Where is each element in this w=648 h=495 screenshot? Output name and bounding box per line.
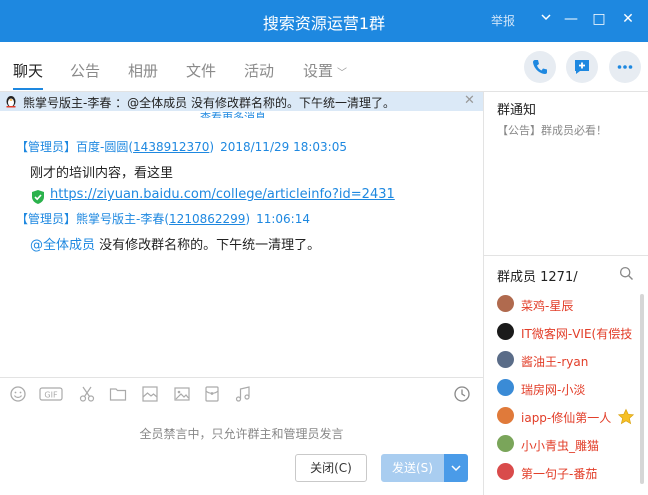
star-icon [617,408,635,425]
chevron-down-icon [451,465,461,472]
uid-close-paren: ) [245,212,251,226]
mention-all[interactable]: @全体成员 [30,238,95,253]
message-text: 刚才的培训内容，看这里 [30,166,174,181]
avatar [497,295,514,312]
screenshot-icon[interactable] [141,385,159,403]
message-header: 【管理员】百度-圆圆(1438912370) 2018/11/29 18:03:0… [16,138,347,155]
group-notice-preview[interactable]: 【公告】群成员必看！ [497,122,607,138]
member-name: IT微客网-VIE(有偿技 [521,327,633,341]
sender-id[interactable]: 1210862299 [169,212,245,226]
close-window-button[interactable]: ✕ [617,8,639,30]
report-button[interactable]: 举报 [491,12,515,29]
send-button[interactable]: 发送(S) [381,454,444,482]
emoji-icon[interactable] [9,385,27,403]
message-time: 2018/11/29 18:03:05 [220,140,347,154]
tab-announcement[interactable]: 公告 [70,60,100,81]
more-dots-icon [617,65,633,69]
avatar [497,435,514,452]
sender-id[interactable]: 1438912370 [133,140,209,154]
tab-files[interactable]: 文件 [186,60,216,81]
training-url-link[interactable]: https://ziyuan.baidu.com/college/article… [50,187,395,202]
member-item[interactable]: iapp-修仙第一人 [497,407,613,427]
sender-name[interactable]: 熊掌号版主-李春 [76,212,164,226]
admin-badge: 【管理员】 [16,212,77,226]
tab-settings-label: 设置 [303,62,334,80]
chevron-down-icon: ﹀ [337,68,348,79]
members-count-title: 群成员 1271/ [497,270,578,285]
member-name: 小小青虫_雕猫 [521,439,600,453]
sender-name[interactable]: 百度-圆圆 [76,140,128,154]
more-options-button[interactable] [609,51,641,83]
member-list-scrollbar[interactable] [640,294,644,484]
close-icon[interactable]: ✕ [464,93,475,108]
member-item[interactable]: 小小青虫_雕猫 [497,435,637,455]
scissors-icon[interactable] [78,385,96,403]
message-time: 11:06:14 [256,212,310,226]
member-name: 酱油王-ryan [521,355,589,369]
member-name: iapp-修仙第一人 [521,411,612,425]
dropdown-icon[interactable] [535,8,557,30]
tab-chat[interactable]: 聊天 [13,60,43,81]
avatar [497,463,514,480]
uid-close-paren: ) [209,140,215,154]
minimize-button[interactable]: — [560,8,582,30]
gif-icon[interactable]: GIF [39,385,63,403]
active-tab-indicator [13,88,43,90]
right-panel-divider [484,255,648,256]
member-item[interactable]: 酱油王-ryan [497,351,637,371]
maximize-button[interactable]: □ [588,8,610,30]
member-item[interactable]: 第一句子-番茄 [497,463,637,483]
mute-all-notice: 全员禁言中，只允许群主和管理员发言 [139,427,344,441]
history-clock-icon[interactable] [453,385,471,403]
avatar [497,379,514,396]
group-notice-title[interactable]: 群通知 [497,99,536,118]
load-more-link[interactable]: 查看更多消息 [200,109,266,118]
red-envelope-icon[interactable] [203,385,221,403]
send-options-button[interactable] [444,454,468,482]
tab-activity[interactable]: 活动 [244,60,274,81]
folder-icon[interactable] [109,385,127,403]
member-name: 第一句子-番茄 [521,467,598,481]
message-link[interactable]: https://ziyuan.baidu.com/college/article… [50,187,395,202]
phone-icon [533,60,547,74]
member-item[interactable]: 菜鸡-星辰 [497,295,637,315]
message-text: @全体成员 没有修改群名称的。下午统一清理了。 [30,234,320,253]
composer-divider [0,377,483,378]
admin-badge: 【管理员】 [16,140,77,154]
add-message-button[interactable] [566,51,598,83]
member-item[interactable]: IT微客网-VIE(有偿技 [497,323,637,343]
panel-divider [483,92,484,495]
penguin-icon [6,96,16,108]
avatar [497,323,514,340]
image-icon[interactable] [173,385,191,403]
avatar [497,351,514,368]
close-button[interactable]: 关闭(C) [295,454,367,482]
message-text-rest: 没有修改群名称的。下午统一清理了。 [95,238,321,253]
svg-text:GIF: GIF [44,391,58,400]
member-item[interactable]: 瑞房网-小淡 [497,379,637,399]
member-name: 菜鸡-星辰 [521,299,574,313]
message-header: 【管理员】熊掌号版主-李春(1210862299) 11:06:14 [16,210,310,227]
music-icon[interactable] [234,385,252,403]
chat-plus-icon [575,60,589,74]
title-bar: 搜索资源运营1群 举报 — □ ✕ [0,0,648,42]
member-name: 瑞房网-小淡 [521,383,586,397]
search-icon[interactable] [619,266,634,281]
tab-settings[interactable]: 设置 ﹀ [303,60,347,81]
verified-shield-icon [32,190,44,204]
avatar [497,407,514,424]
tab-album[interactable]: 相册 [128,60,158,81]
voice-call-button[interactable] [524,51,556,83]
